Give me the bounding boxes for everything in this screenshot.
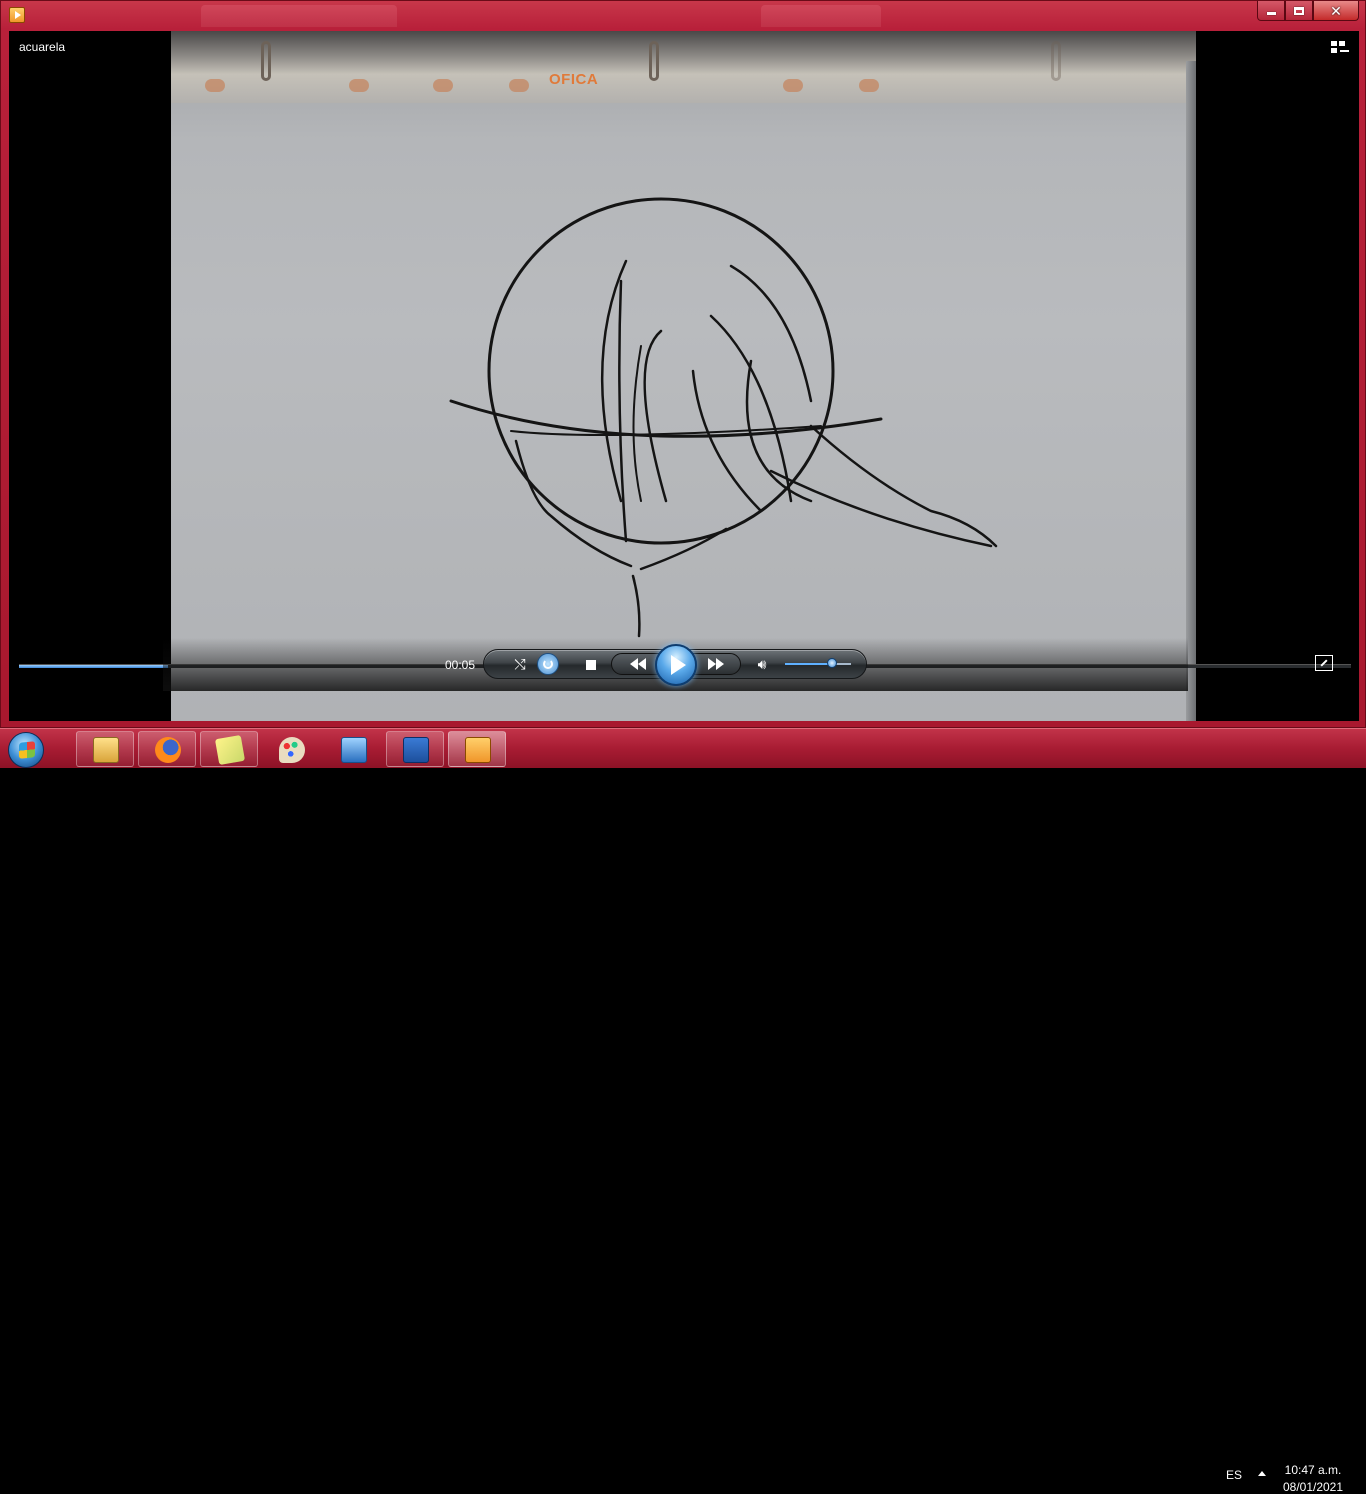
video-frame[interactable]: OFICA bbox=[171, 31, 1196, 721]
file-explorer-icon bbox=[93, 737, 119, 763]
volume-slider[interactable] bbox=[785, 663, 851, 665]
shuffle-icon: ⤭ bbox=[514, 655, 526, 672]
taskbar-sticky-notes[interactable] bbox=[200, 731, 258, 767]
fullscreen-button[interactable] bbox=[1315, 655, 1333, 671]
clock-date[interactable]: 08/01/2021 bbox=[1268, 1480, 1358, 1494]
switch-to-library-icon[interactable] bbox=[1331, 41, 1349, 55]
stop-button[interactable] bbox=[581, 655, 601, 675]
stop-icon bbox=[586, 660, 596, 670]
maximize-icon bbox=[1294, 6, 1304, 15]
player-area[interactable]: OFICA acuarela bbox=[9, 31, 1359, 721]
taskbar: ES 10:47 a.m. 08/01/2021 bbox=[0, 728, 1366, 1494]
word-icon bbox=[403, 737, 429, 763]
taskbar-firefox[interactable] bbox=[138, 731, 196, 767]
repeat-icon bbox=[543, 659, 553, 669]
play-button[interactable] bbox=[655, 644, 697, 686]
media-player-icon bbox=[465, 737, 491, 763]
volume-thumb[interactable] bbox=[827, 658, 837, 668]
taskbar-paint[interactable] bbox=[262, 731, 320, 767]
paint-icon bbox=[279, 737, 305, 763]
shuffle-button[interactable]: ⤭ bbox=[509, 653, 531, 675]
media-player-window: ✕ OFICA acuarela 00:05 ⤭ 🔊︎ bbox=[0, 0, 1366, 728]
taskbar-word[interactable] bbox=[386, 731, 444, 767]
maximize-button[interactable] bbox=[1285, 1, 1313, 21]
title-bar[interactable]: ✕ bbox=[1, 1, 1366, 31]
speaker-icon: 🔊︎ bbox=[757, 655, 767, 672]
start-button[interactable] bbox=[8, 732, 44, 768]
fast-forward-icon bbox=[708, 658, 716, 670]
previous-button[interactable] bbox=[621, 653, 655, 675]
taskbar-control-panel[interactable] bbox=[324, 731, 382, 767]
minimize-button[interactable] bbox=[1257, 1, 1285, 21]
background-window-ghost bbox=[761, 5, 881, 27]
minimize-icon bbox=[1266, 12, 1276, 15]
video-title: acuarela bbox=[19, 40, 66, 54]
next-button[interactable] bbox=[699, 653, 733, 675]
media-player-icon[interactable] bbox=[9, 7, 25, 23]
control-panel-icon bbox=[341, 737, 367, 763]
clock-time[interactable]: 10:47 a.m. bbox=[1268, 1463, 1358, 1477]
show-hidden-icons-icon[interactable] bbox=[1258, 1471, 1266, 1476]
close-icon: ✕ bbox=[1330, 2, 1342, 19]
elapsed-time: 00:05 bbox=[445, 658, 476, 672]
windows-logo-icon bbox=[19, 741, 35, 759]
volume-fill bbox=[785, 663, 832, 665]
rewind-icon bbox=[630, 658, 638, 670]
seek-progress bbox=[19, 665, 169, 668]
firefox-icon bbox=[155, 737, 181, 763]
background-window-ghost bbox=[201, 5, 397, 27]
fullscreen-icon bbox=[1320, 659, 1328, 667]
play-icon bbox=[670, 655, 686, 675]
pencil-sketch-drawing bbox=[449, 197, 998, 638]
taskbar-file-explorer[interactable] bbox=[76, 731, 134, 767]
sticky-notes-icon bbox=[214, 734, 246, 766]
close-button[interactable]: ✕ bbox=[1313, 1, 1359, 21]
taskbar-media-player[interactable] bbox=[448, 731, 506, 767]
repeat-button[interactable] bbox=[537, 653, 559, 675]
mute-button[interactable]: 🔊︎ bbox=[751, 653, 773, 675]
language-indicator[interactable]: ES bbox=[1226, 1468, 1242, 1482]
